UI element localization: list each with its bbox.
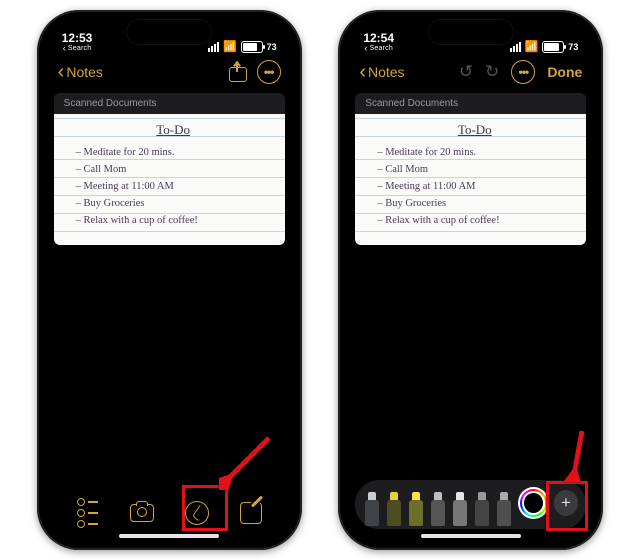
note-line: Relax with a cup of coffee! — [76, 212, 271, 229]
status-time: 12:53 — [62, 32, 93, 44]
nav-bar: ‹ Notes ↺ ↺ ••• Done — [345, 55, 596, 89]
battery-icon — [241, 41, 263, 53]
highlight-box — [546, 481, 588, 531]
back-button[interactable]: ‹ Notes — [58, 61, 103, 84]
share-button[interactable] — [229, 62, 245, 82]
battery-label: 73 — [568, 42, 578, 52]
status-breadcrumb[interactable]: Search — [364, 44, 393, 53]
more-button[interactable]: ••• — [511, 60, 535, 84]
note-line: Meeting at 11:00 AM — [76, 178, 271, 195]
status-breadcrumb[interactable]: Search — [63, 44, 92, 53]
note-line: Call Mom — [377, 161, 572, 178]
note-line: Meditate for 20 mins. — [377, 144, 572, 161]
tool-highlighter[interactable] — [407, 492, 424, 526]
back-label: Notes — [66, 64, 103, 80]
attachment-header: Scanned Documents — [54, 93, 285, 114]
tool-lasso[interactable] — [474, 492, 491, 526]
done-button[interactable]: Done — [547, 64, 582, 80]
scanned-document[interactable]: To-Do Meditate for 20 mins. Call Mom Mee… — [355, 114, 586, 245]
tool-ruler[interactable] — [496, 492, 513, 526]
note-line: Buy Groceries — [377, 195, 572, 212]
cellular-icon — [510, 42, 521, 52]
dynamic-island — [429, 20, 513, 44]
wifi-icon: 📶 — [223, 40, 237, 53]
nav-bar: ‹ Notes ••• — [44, 55, 295, 89]
chevron-left-icon: ‹ — [58, 61, 65, 84]
status-time: 12:54 — [363, 32, 394, 44]
back-label: Notes — [368, 64, 405, 80]
cellular-icon — [208, 42, 219, 52]
more-button[interactable]: ••• — [257, 60, 281, 84]
note-line: Meeting at 11:00 AM — [377, 178, 572, 195]
undo-button[interactable]: ↺ — [459, 62, 473, 82]
checklist-button[interactable] — [73, 499, 101, 527]
home-indicator[interactable] — [119, 534, 219, 538]
note-title: To-Do — [76, 122, 271, 138]
chevron-left-icon: ‹ — [359, 61, 366, 84]
tool-pen[interactable] — [363, 492, 380, 526]
note-line: Buy Groceries — [76, 195, 271, 212]
dynamic-island — [127, 20, 211, 44]
battery-label: 73 — [267, 42, 277, 52]
home-indicator[interactable] — [421, 534, 521, 538]
color-well[interactable] — [518, 487, 549, 519]
compose-button[interactable] — [237, 499, 265, 527]
phone-left: 12:53 Search 📶 73 ‹ Notes ••• Scanned Do… — [37, 10, 302, 550]
back-button[interactable]: ‹ Notes — [359, 61, 404, 84]
note-line: Relax with a cup of coffee! — [377, 212, 572, 229]
tool-marker[interactable] — [385, 492, 402, 526]
attachment-header: Scanned Documents — [355, 93, 586, 114]
annotation-arrow — [219, 430, 279, 495]
phone-right: 12:54 Search 📶 73 ‹ Notes ↺ ↺ ••• Done — [338, 10, 603, 550]
note-line: Meditate for 20 mins. — [76, 144, 271, 161]
note-title: To-Do — [377, 122, 572, 138]
redo-button[interactable]: ↺ — [485, 62, 499, 82]
camera-button[interactable] — [128, 499, 156, 527]
tool-eraser[interactable] — [452, 492, 469, 526]
wifi-icon: 📶 — [525, 40, 539, 53]
annotation-arrow — [554, 427, 594, 487]
scanned-document[interactable]: To-Do Meditate for 20 mins. Call Mom Mee… — [54, 114, 285, 245]
note-line: Call Mom — [76, 161, 271, 178]
tool-pencil[interactable] — [430, 492, 447, 526]
battery-icon — [542, 41, 564, 53]
